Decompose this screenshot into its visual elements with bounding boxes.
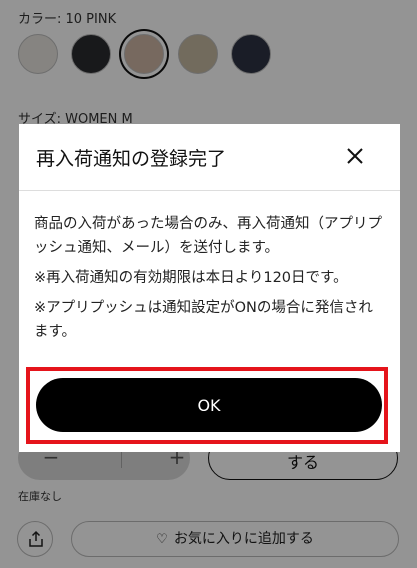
dialog-message-1: 商品の入荷があった場合のみ、再入荷通知（アプリプッシュ通知、メール）を送付します… <box>34 216 382 256</box>
dialog-message-3: ※アプリプッシュは通知設定がONの場合に発信されます。 <box>34 300 373 340</box>
dialog-message-2: ※再入荷通知の有効期限は本日より120日です。 <box>34 270 348 286</box>
dialog-body: 商品の入荷があった場合のみ、再入荷通知（アプリプッシュ通知、メール）を送付します… <box>34 212 386 350</box>
dialog-title: 再入荷通知の登録完了 <box>36 148 227 170</box>
dialog-divider <box>19 190 400 191</box>
close-icon[interactable] <box>345 146 365 166</box>
ok-button-highlight <box>26 367 388 444</box>
